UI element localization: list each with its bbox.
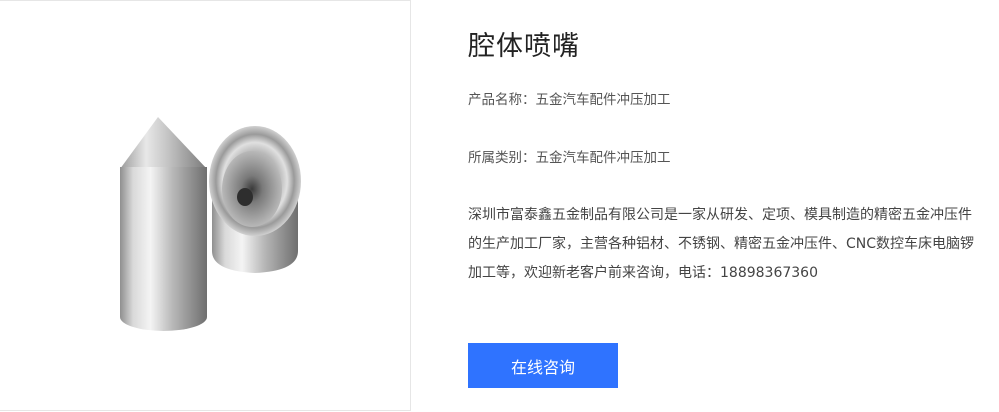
- product-description: 深圳市富泰鑫五金制品有限公司是一家从研发、定项、模具制造的精密五金冲压件的生产加…: [468, 207, 975, 281]
- product-category-label: 所属类别：: [468, 150, 536, 166]
- product-title: 腔体喷嘴: [468, 31, 580, 62]
- product-name-label: 产品名称：: [468, 92, 536, 108]
- product-image: [120, 117, 301, 331]
- online-consult-button[interactable]: 在线咨询: [468, 343, 618, 388]
- product-category-value: 五金汽车配件冲压加工: [535, 150, 671, 166]
- product-name-value: 五金汽车配件冲压加工: [535, 92, 671, 108]
- product-category-row: 所属类别：五金汽车配件冲压加工: [468, 146, 671, 166]
- product-image-panel: [0, 0, 411, 411]
- product-name-row: 产品名称：五金汽车配件冲压加工: [468, 88, 671, 108]
